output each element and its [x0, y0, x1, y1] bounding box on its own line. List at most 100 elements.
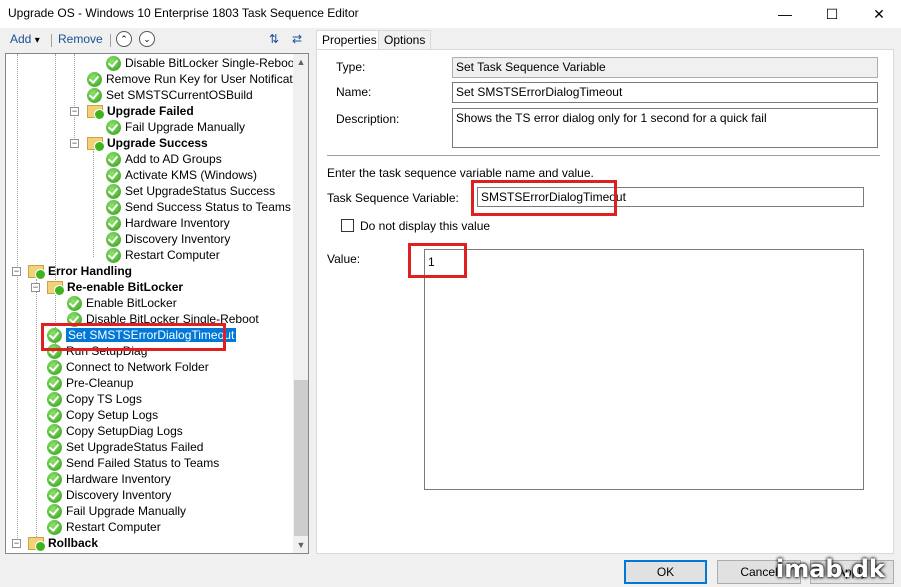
tree-line — [55, 54, 56, 354]
divider — [327, 155, 880, 156]
tree-item[interactable]: Add to AD Groups — [106, 151, 222, 167]
hide-value-checkbox[interactable] — [341, 219, 354, 232]
tree-group[interactable]: Upgrade Success — [87, 135, 208, 152]
tree-item[interactable]: Hardware Inventory — [106, 215, 230, 231]
tree-item[interactable]: Copy SetupDiag Logs — [47, 423, 183, 439]
tree-item[interactable]: Fail Upgrade Manually — [106, 119, 245, 135]
check-icon — [67, 295, 82, 311]
tree-item[interactable]: Restart Computer — [106, 247, 220, 263]
tree-item[interactable]: Copy TS Logs — [47, 391, 142, 407]
tree-item[interactable]: Disable BitLocker Single-Reboot — [106, 55, 298, 71]
scroll-down-button[interactable]: ▼ — [293, 537, 308, 553]
folder-icon — [87, 104, 105, 120]
tree-item[interactable]: Discovery Inventory — [47, 487, 171, 503]
add-menu-button[interactable]: Add ▾ — [10, 32, 40, 46]
tree-item-label: Pre-Cleanup — [66, 376, 134, 390]
remove-button[interactable]: Remove — [58, 32, 103, 46]
tree-item-label: Discovery Inventory — [125, 232, 231, 246]
tree-item-label: Copy SetupDiag Logs — [66, 424, 183, 438]
check-icon — [106, 247, 121, 263]
highlight-box — [471, 180, 617, 216]
ok-button[interactable]: OK — [624, 560, 707, 584]
move-down-button[interactable]: ⌄ — [139, 31, 155, 47]
collapse-expander[interactable]: − — [70, 107, 79, 116]
tree-item-label: Activate KMS (Windows) — [125, 168, 258, 182]
folder-icon — [87, 136, 105, 152]
move-down-icon: ⌄ — [143, 33, 151, 44]
tree-item-label: Restart Computer — [66, 520, 161, 534]
tree-item[interactable]: Set UpgradeStatus Failed — [47, 439, 203, 455]
tree-item[interactable]: Hardware Inventory — [47, 471, 171, 487]
expand-all-button[interactable]: ⇅ — [266, 31, 282, 47]
tree-group[interactable]: Error Handling — [28, 263, 132, 280]
variable-label: Task Sequence Variable: — [327, 191, 459, 205]
check-icon — [47, 519, 62, 535]
check-icon — [87, 87, 102, 103]
collapse-all-button[interactable]: ⇄ — [289, 31, 305, 47]
move-up-button[interactable]: ⌃ — [116, 31, 132, 47]
check-icon — [106, 55, 121, 71]
tree-item[interactable]: Discovery Inventory — [106, 231, 230, 247]
add-label: Add — [10, 32, 32, 46]
name-field[interactable]: Set SMSTSErrorDialogTimeout — [452, 82, 878, 103]
collapse-icon: ⇄ — [291, 32, 303, 46]
tree-item-label: Connect to Network Folder — [66, 360, 209, 374]
scroll-thumb[interactable] — [294, 380, 308, 536]
tree-item[interactable]: Restart Computer — [47, 519, 161, 535]
task-sequence-tree[interactable]: − − − − − Disable BitLocker Single-Reboo… — [5, 53, 309, 554]
scroll-up-icon: ▲ — [296, 57, 306, 67]
properties-panel: Type: Set Task Sequence Variable Name: S… — [316, 49, 894, 554]
tree-item[interactable]: Connect to Network Folder — [47, 359, 209, 375]
check-icon — [106, 231, 121, 247]
tree-group[interactable]: Upgrade Failed — [87, 103, 194, 120]
collapse-expander[interactable]: − — [12, 267, 21, 276]
tree-item[interactable]: Set UpgradeStatus Success — [106, 183, 275, 199]
description-label: Description: — [336, 112, 400, 126]
tree-item[interactable]: Fail Upgrade Manually — [47, 503, 186, 519]
tree-item-label: Restart Computer — [125, 248, 220, 262]
tree-item-label: Rollback — [48, 536, 99, 550]
close-button[interactable]: ✕ — [856, 0, 901, 28]
tree-item[interactable]: Enable BitLocker — [67, 295, 177, 311]
description-field[interactable]: Shows the TS error dialog only for 1 sec… — [452, 108, 878, 148]
window-title: Upgrade OS - Windows 10 Enterprise 1803 … — [8, 6, 359, 20]
scroll-up-button[interactable]: ▲ — [293, 54, 308, 70]
tree-scrollbar[interactable]: ▲ ▼ — [293, 54, 308, 553]
folder-icon — [28, 264, 46, 280]
tree-item[interactable]: Send Success Status to Teams — [106, 199, 291, 215]
tree-item[interactable]: Activate KMS (Windows) — [106, 167, 257, 183]
check-icon — [87, 71, 102, 87]
type-label: Type: — [336, 60, 366, 74]
tree-item-label: Upgrade Success — [107, 136, 208, 150]
highlight-box — [408, 243, 467, 278]
check-icon — [47, 439, 62, 455]
close-icon: ✕ — [873, 5, 885, 22]
scroll-down-icon: ▼ — [296, 540, 306, 550]
check-icon — [47, 375, 62, 391]
tree-item-label: Enable BitLocker — [86, 296, 177, 310]
collapse-expander[interactable]: − — [12, 539, 21, 548]
tree-group[interactable]: Rollback — [28, 535, 99, 552]
tree-group[interactable]: Re-enable BitLocker — [47, 279, 183, 296]
maximize-button[interactable]: ☐ — [809, 0, 855, 28]
tree-item-label: Fail Upgrade Manually — [66, 504, 187, 518]
tab-properties[interactable]: Properties — [316, 30, 383, 51]
tab-options[interactable]: Options — [378, 30, 432, 50]
tree-item[interactable]: Send Failed Status to Teams — [47, 455, 219, 471]
tree-line — [17, 54, 18, 544]
check-icon — [47, 407, 62, 423]
tree-item-label: Hardware Inventory — [66, 472, 171, 486]
collapse-expander[interactable]: − — [70, 139, 79, 148]
tree-item[interactable]: Copy Setup Logs — [47, 407, 158, 423]
tree-item[interactable]: Set SMSTSCurrentOSBuild — [87, 87, 253, 103]
collapse-expander[interactable]: − — [31, 283, 40, 292]
tree-item-label: Set UpgradeStatus Success — [125, 184, 276, 198]
minimize-button[interactable]: — — [762, 0, 808, 28]
check-icon — [47, 423, 62, 439]
check-icon — [47, 471, 62, 487]
tree-item-label: Set UpgradeStatus Failed — [66, 440, 204, 454]
toolbar: Add ▾ Remove ⌃ ⌄ ⇅ ⇄ — [0, 28, 312, 52]
tree-item[interactable]: Pre-Cleanup — [47, 375, 133, 391]
value-field[interactable]: 1 — [424, 249, 864, 490]
tree-item[interactable]: Remove Run Key for User Notification — [87, 71, 308, 87]
